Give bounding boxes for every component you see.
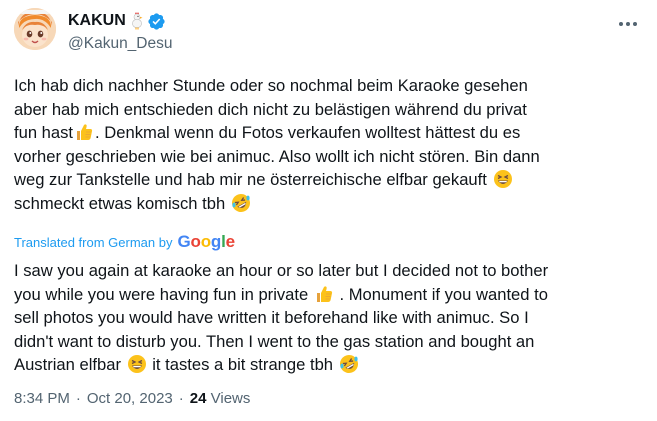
- tweet-text-translation: I saw you again at karaoke an hour or so…: [14, 259, 639, 377]
- text-line: sell photos you would have written it be…: [14, 308, 529, 328]
- meta-separator: ·: [178, 390, 184, 407]
- text-line: I saw you again at karaoke an hour or so…: [14, 261, 549, 280]
- author-names: KAKUN @Kakun_Desu: [68, 10, 173, 53]
- verified-badge-icon: [147, 12, 166, 31]
- text-line: weg zur Tankstelle und hab mir ne österr…: [14, 168, 639, 192]
- text-line: schmeckt etwas komisch tbh: [14, 192, 639, 216]
- views-label: Views: [210, 390, 251, 407]
- thumbs-up-emoji-icon: [314, 284, 334, 304]
- text-segment: fun hast: [14, 123, 74, 143]
- tweet-card: KAKUN @Kakun_Desu Ich hab dich nachher S…: [0, 0, 657, 421]
- text-segment: schmeckt etwas komisch tbh: [14, 193, 226, 213]
- text-line: you while you were having fun in private…: [14, 283, 639, 307]
- avatar-image: [14, 8, 56, 50]
- text-segment: you while you were having fun in private: [14, 284, 309, 304]
- text-line: Austrian elfbar it tastes a bit strange …: [14, 353, 639, 377]
- translation-label[interactable]: Translated from German by: [14, 235, 172, 250]
- tweet-meta: 8:34 PM · Oct 20, 2023 · 24 Views: [14, 390, 250, 407]
- text-segment: . Monument if you wanted to: [339, 284, 548, 304]
- display-name[interactable]: KAKUN: [68, 12, 126, 30]
- text-segment: it tastes a bit strange tbh: [152, 355, 334, 375]
- grinning-squinting-emoji-icon: [127, 354, 147, 374]
- text-segment: Austrian elfbar: [14, 355, 121, 375]
- avatar[interactable]: [14, 8, 56, 50]
- translation-attribution[interactable]: Translated from German by Google: [14, 232, 235, 252]
- text-line: fun hast . Denkmal wenn du Fotos verkaufe…: [14, 121, 639, 145]
- tweet-time[interactable]: 8:34 PM: [14, 390, 70, 407]
- text-segment: weg zur Tankstelle und hab mir ne österr…: [14, 170, 487, 190]
- text-line: aber hab mich entschieden dich nicht zu …: [14, 99, 527, 119]
- tweet-text-original: Ich hab dich nachher Stunde oder so noch…: [14, 74, 639, 216]
- text-line: didn't want to disturb you. Then I went …: [14, 331, 535, 351]
- chicken-emoji-icon: [130, 12, 144, 30]
- grinning-squinting-emoji-icon: [493, 169, 513, 189]
- tweet-date[interactable]: Oct 20, 2023: [87, 390, 173, 407]
- more-icon[interactable]: [615, 14, 641, 34]
- author-handle[interactable]: @Kakun_Desu: [68, 35, 173, 53]
- text-line: Ich hab dich nachher Stunde oder so noch…: [14, 76, 528, 95]
- rolling-on-floor-laughing-emoji-icon: [231, 193, 251, 213]
- text-segment: . Denkmal wenn du Fotos verkaufen wollte…: [95, 123, 521, 143]
- display-name-row[interactable]: KAKUN: [68, 10, 173, 32]
- tweet-header: KAKUN @Kakun_Desu: [14, 8, 643, 56]
- meta-separator: ·: [75, 390, 81, 407]
- rolling-on-floor-laughing-emoji-icon: [339, 354, 359, 374]
- thumbs-up-emoji-icon: [74, 122, 94, 142]
- text-line: vorher geschrieben wie bei animuc. Also …: [14, 146, 540, 166]
- google-logo: Google: [177, 232, 235, 251]
- views-count[interactable]: 24: [190, 390, 207, 407]
